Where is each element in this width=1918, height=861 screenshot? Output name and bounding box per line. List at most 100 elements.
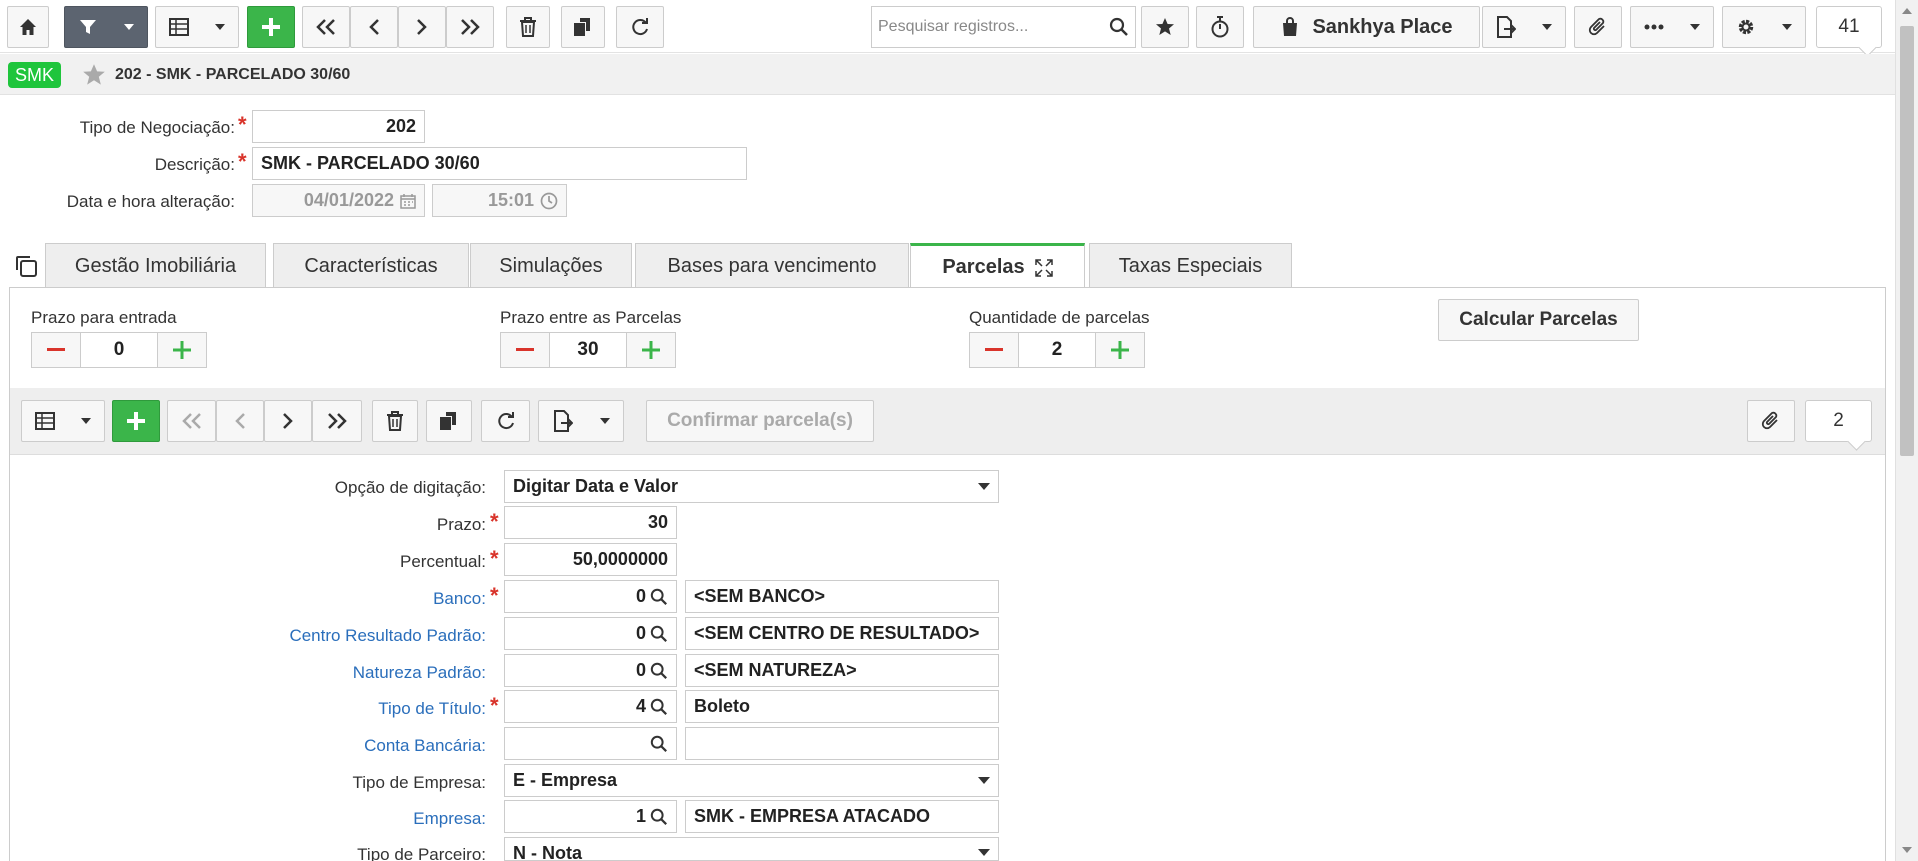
empresa-label[interactable]: Empresa:	[413, 809, 486, 829]
conta-bancaria-label[interactable]: Conta Bancária:	[364, 736, 486, 756]
chevron-down-icon	[1782, 24, 1792, 30]
duplicate-button[interactable]	[561, 6, 605, 48]
grid-icon	[35, 412, 55, 430]
settings-button[interactable]	[1722, 6, 1806, 48]
favorite-button[interactable]	[1141, 6, 1189, 48]
tab-taxas-especiais[interactable]: Taxas Especiais	[1089, 243, 1292, 288]
title-bar: SMK 202 - SMK - PARCELADO 30/60	[0, 54, 1895, 95]
scroll-down-arrow-icon[interactable]	[1902, 847, 1912, 853]
first-record-button[interactable]	[302, 6, 350, 48]
tab-simulacoes[interactable]: Simulações	[470, 243, 632, 288]
attachment-button[interactable]	[1574, 6, 1622, 48]
export-button[interactable]	[538, 400, 624, 442]
delete-button[interactable]	[506, 6, 550, 48]
previous-record-button[interactable]	[350, 6, 398, 48]
chevron-down-icon	[1690, 24, 1700, 30]
grid-view-button[interactable]	[155, 6, 239, 48]
prazo-field[interactable]: 30	[504, 506, 677, 539]
expand-icon[interactable]	[1034, 258, 1053, 277]
search-input[interactable]: Pesquisar registros...	[871, 6, 1136, 48]
next-record-button[interactable]	[398, 6, 446, 48]
percentual-field[interactable]: 50,0000000	[504, 543, 677, 576]
timer-button[interactable]	[1196, 6, 1244, 48]
prazo-entrada-value[interactable]: 0	[80, 333, 158, 367]
chevron-down-icon	[215, 24, 225, 30]
banco-code-field[interactable]: 0	[504, 580, 677, 613]
filter-button[interactable]	[64, 6, 148, 48]
tipo-negociacao-label: Tipo de Negociação:	[79, 118, 235, 137]
export-file-icon	[553, 410, 573, 432]
sankhya-place-label: Sankhya Place	[1312, 15, 1453, 38]
last-record-button[interactable]	[312, 400, 362, 442]
chevron-right-icon	[283, 413, 293, 429]
favorite-star-icon[interactable]	[82, 63, 106, 92]
natureza-label[interactable]: Natureza Padrão:	[353, 663, 486, 683]
increment-button[interactable]	[1096, 333, 1144, 367]
centro-resultado-label[interactable]: Centro Resultado Padrão:	[289, 626, 486, 646]
double-chevron-right-icon	[328, 413, 347, 429]
search-placeholder: Pesquisar registros...	[878, 18, 1029, 35]
tab-caracteristicas[interactable]: Características	[273, 243, 469, 288]
grid-view-button[interactable]	[21, 400, 105, 442]
page-scrollbar[interactable]	[1895, 0, 1918, 861]
search-icon[interactable]	[650, 735, 668, 753]
conta-bancaria-code-field[interactable]	[504, 727, 677, 760]
confirmar-parcelas-button[interactable]: Confirmar parcela(s)	[646, 400, 874, 442]
calendar-icon[interactable]	[400, 193, 416, 209]
tipo-titulo-code-field[interactable]: 4	[504, 690, 677, 723]
descricao-field[interactable]: SMK - PARCELADO 30/60	[252, 147, 747, 180]
centro-resultado-code-field[interactable]: 0	[504, 617, 677, 650]
search-icon[interactable]	[650, 662, 668, 680]
tipo-negociacao-field[interactable]: 202	[252, 110, 425, 143]
duplicate-button[interactable]	[426, 400, 472, 442]
refresh-button[interactable]	[481, 400, 530, 442]
export-button[interactable]	[1482, 6, 1566, 48]
prazo-entre-parcelas-value[interactable]: 30	[549, 333, 627, 367]
sankhya-place-button[interactable]: Sankhya Place	[1253, 6, 1480, 48]
search-icon[interactable]	[650, 588, 668, 606]
tipo-titulo-label[interactable]: Tipo de Título:	[378, 699, 486, 719]
add-parcela-button[interactable]	[112, 400, 160, 442]
opcao-digitacao-select[interactable]: Digitar Data e Valor	[504, 470, 999, 503]
decrement-button[interactable]	[32, 333, 80, 367]
scrollbar-thumb[interactable]	[1900, 26, 1914, 456]
required-marker: *	[490, 693, 499, 718]
empresa-code-field[interactable]: 1	[504, 800, 677, 833]
delete-button[interactable]	[372, 400, 418, 442]
last-record-button[interactable]	[446, 6, 494, 48]
decrement-button[interactable]	[970, 333, 1018, 367]
calcular-parcelas-button[interactable]: Calcular Parcelas	[1438, 299, 1639, 341]
quantidade-parcelas-value[interactable]: 2	[1018, 333, 1096, 367]
increment-button[interactable]	[627, 333, 675, 367]
tab-bases-vencimento[interactable]: Bases para vencimento	[635, 243, 909, 288]
natureza-code-field[interactable]: 0	[504, 654, 677, 687]
banco-label[interactable]: Banco:	[433, 589, 486, 609]
main-toolbar: Pesquisar registros... Sankhya Place 41	[0, 0, 1895, 53]
next-record-button[interactable]	[264, 400, 312, 442]
search-icon[interactable]	[1103, 17, 1135, 37]
home-button[interactable]	[7, 6, 49, 48]
double-chevron-left-icon	[316, 19, 335, 35]
previous-record-button[interactable]	[216, 400, 264, 442]
refresh-button[interactable]	[616, 6, 664, 48]
scroll-up-arrow-icon[interactable]	[1902, 8, 1912, 14]
copy-window-icon[interactable]	[14, 254, 38, 283]
clock-icon[interactable]	[540, 192, 558, 210]
plus-icon	[642, 341, 660, 359]
tab-gestao-imobiliaria[interactable]: Gestão Imobiliária	[45, 243, 266, 288]
tipo-parceiro-select[interactable]: N - Nota	[504, 837, 999, 861]
first-record-button[interactable]	[167, 400, 216, 442]
search-icon[interactable]	[650, 698, 668, 716]
chevron-down-icon	[978, 777, 990, 784]
increment-button[interactable]	[158, 333, 206, 367]
decrement-button[interactable]	[501, 333, 549, 367]
tipo-empresa-select[interactable]: E - Empresa	[504, 764, 999, 797]
search-icon[interactable]	[650, 625, 668, 643]
export-file-icon	[1497, 16, 1516, 38]
more-options-button[interactable]	[1630, 6, 1714, 48]
attachment-button[interactable]	[1747, 400, 1795, 442]
tab-parcelas-label: Parcelas	[942, 256, 1025, 278]
tab-parcelas[interactable]: Parcelas	[910, 243, 1085, 289]
search-icon[interactable]	[650, 808, 668, 826]
add-button[interactable]	[247, 6, 295, 48]
